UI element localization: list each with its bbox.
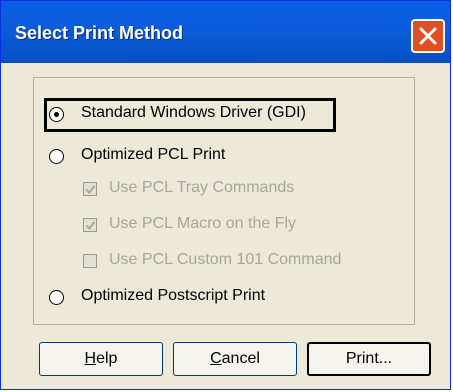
checkbox-macro-label: Use PCL Macro on the Fly [109,215,297,232]
help-button[interactable]: Help [39,342,163,376]
radio-pcl-label: Optimized PCL Print [81,146,226,163]
focus-rectangle [44,98,336,132]
title-bar[interactable]: Select Print Method [1,1,450,63]
checkbox-box [83,218,97,232]
print-method-dialog: Select Print Method Standard Windows Dri… [0,0,451,390]
cancel-label-rest: ancel [221,350,260,367]
print-button[interactable]: Print... [307,342,431,376]
checkmark-icon [85,185,96,195]
close-button[interactable] [411,19,445,53]
checkbox-pcl-tray-commands: Use PCL Tray Commands [83,177,343,203]
checkbox-custom101-label: Use PCL Custom 101 Command [109,251,342,268]
checkbox-box [83,182,97,196]
radio-button[interactable] [49,290,64,305]
radio-optimized-pcl[interactable]: Optimized PCL Print [41,143,301,171]
help-label-rest: elp [96,350,118,367]
close-icon [419,27,437,45]
radio-button[interactable] [49,149,64,164]
radio-postscript-label: Optimized Postscript Print [81,287,266,304]
checkbox-tray-label: Use PCL Tray Commands [109,179,295,196]
dialog-title: Select Print Method [15,23,184,43]
checkbox-box [83,254,97,268]
checkmark-icon [85,221,96,231]
radio-optimized-postscript[interactable]: Optimized Postscript Print [41,284,331,312]
cancel-button[interactable]: Cancel [173,342,297,376]
checkbox-pcl-custom-101: Use PCL Custom 101 Command [83,249,383,275]
help-mnemonic: H [84,350,97,367]
checkbox-pcl-macro-on-the-fly: Use PCL Macro on the Fly [83,213,343,239]
cancel-mnemonic: C [210,350,222,367]
